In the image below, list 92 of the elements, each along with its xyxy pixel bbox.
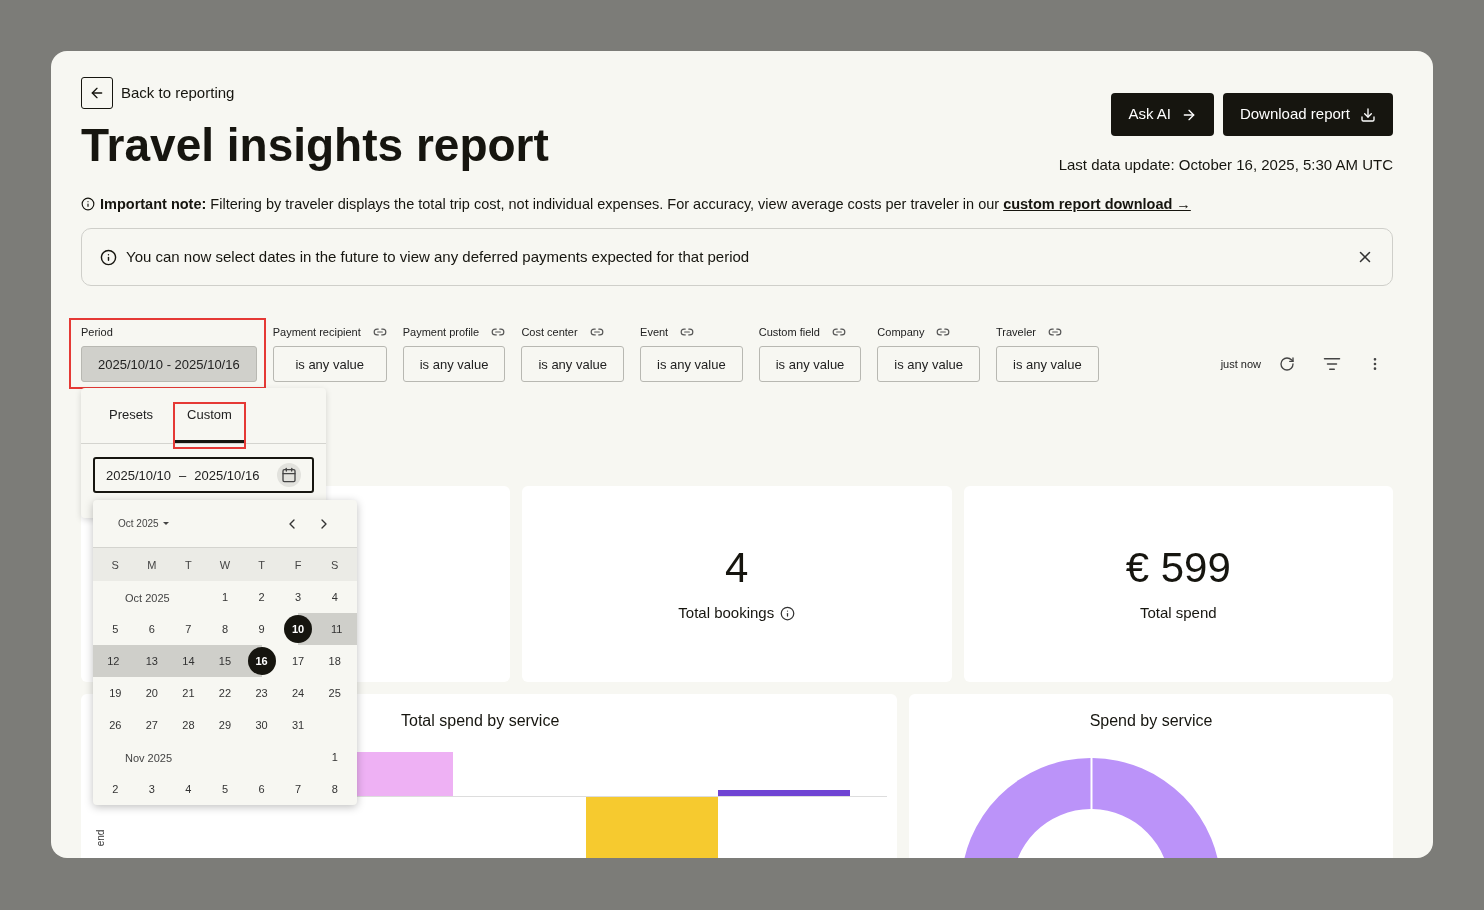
page-title: Travel insights report [81, 119, 549, 171]
ask-ai-button[interactable]: Ask AI [1111, 93, 1214, 136]
custom-report-link[interactable]: custom report download → [1003, 195, 1191, 212]
filter-label: Payment recipient [272, 325, 361, 340]
date-separator: – [179, 466, 187, 485]
weekday-label: T [184, 557, 193, 573]
month-label: Nov 2025 [125, 751, 173, 767]
back-link[interactable]: Back to reporting [81, 77, 549, 109]
calendar-day[interactable]: 19 [109, 685, 122, 702]
refresh-icon[interactable] [1279, 356, 1295, 373]
caret-icon [162, 522, 169, 526]
calendar-day[interactable]: 5 [112, 621, 119, 638]
filter-dropdown[interactable]: is any value [996, 346, 1099, 383]
calendar-day[interactable]: 6 [148, 621, 155, 638]
calendar-day[interactable]: 30 [255, 717, 268, 734]
date-range-input[interactable]: 2025/10/10 – 2025/10/16 [93, 457, 314, 494]
calendar-day[interactable]: 8 [221, 621, 229, 638]
calendar-day[interactable]: 5 [221, 781, 229, 798]
calendar-day[interactable]: 3 [148, 781, 155, 798]
kpi-value: 4 [725, 544, 749, 592]
calendar-day[interactable]: 25 [328, 685, 341, 702]
kpi-label: Total bookings [678, 603, 775, 623]
calendar-day[interactable]: 3 [295, 589, 302, 606]
calendar-day[interactable]: 23 [255, 685, 268, 702]
kpi-label: Total spend [1139, 603, 1217, 623]
axis-label: end [95, 829, 108, 847]
calendar-day[interactable]: 31 [292, 717, 305, 734]
download-icon [1360, 106, 1376, 123]
refresh-time: just now [1220, 357, 1261, 372]
banner-text: You can now select dates in the future to view any deferred payments expected for that period [126, 247, 750, 267]
chart-title: Spend by service [1088, 711, 1214, 732]
filter-dropdown[interactable]: is any value [640, 346, 743, 383]
calendar-day[interactable]: 2 [112, 781, 119, 798]
filter-label: Traveler [996, 325, 1036, 340]
calendar-day[interactable]: 2 [258, 589, 265, 606]
kpi-value: € 599 [1125, 544, 1231, 592]
selected-day[interactable]: 10 [284, 615, 313, 644]
range-day[interactable]: 12 [107, 653, 120, 670]
calendar-day[interactable]: 8 [331, 781, 338, 798]
month-label: Oct 2025 [125, 591, 170, 607]
calendar-day[interactable]: 1 [221, 589, 229, 606]
filter-label: Company [877, 325, 925, 340]
calendar-day[interactable]: 4 [185, 781, 192, 798]
calendar-day[interactable]: 7 [185, 621, 192, 638]
calendar-day[interactable]: 27 [145, 717, 158, 734]
calendar-day[interactable]: 26 [109, 717, 122, 734]
calendar-day[interactable]: 29 [218, 717, 232, 734]
filter-dropdown[interactable]: is any value [272, 346, 387, 383]
calendar-day[interactable]: 17 [292, 653, 305, 670]
weekday-label: M [146, 557, 158, 573]
range-day[interactable]: 13 [145, 653, 158, 670]
calendar-day[interactable]: 22 [218, 685, 232, 702]
download-button[interactable]: Download report [1222, 93, 1393, 136]
info-icon [100, 248, 117, 266]
filter-label: Custom field [758, 325, 820, 340]
important-note: Important note: Filtering by traveler displays the total trip cost, not individual expenses. For accuracy, view average costs per traveler in our custom report download → [100, 194, 1191, 214]
last-update-text: Last data update: October 16, 2025, 5:30 AM UTC [1058, 155, 1393, 175]
range-day[interactable]: 11 [331, 621, 343, 638]
weekday-label: T [257, 557, 266, 573]
calendar-icon[interactable] [281, 467, 297, 484]
weekday-label: S [110, 557, 120, 573]
filter-label: Event [640, 325, 669, 340]
chart-title: Total spend by service [401, 711, 560, 732]
popover-tab[interactable]: Custom [175, 388, 244, 444]
calendar-day[interactable]: 6 [258, 781, 265, 798]
info-icon [81, 197, 95, 212]
weekday-label: F [293, 557, 303, 573]
calendar-day[interactable]: 7 [295, 781, 302, 798]
calendar-day[interactable]: 21 [182, 685, 195, 702]
start-date: 2025/10/10 [106, 466, 172, 485]
calendar-day[interactable]: 4 [331, 589, 338, 606]
calendar-day[interactable]: 1 [331, 749, 338, 766]
popover-tab[interactable]: Presets [97, 388, 166, 444]
filter-dropdown[interactable]: is any value [877, 346, 980, 383]
filter-dropdown[interactable]: is any value [758, 346, 862, 383]
filter-dropdown[interactable]: is any value [402, 346, 506, 383]
calendar-day[interactable]: 9 [258, 621, 265, 638]
weekday-label: S [330, 557, 340, 573]
filter-dropdown[interactable]: is any value [521, 346, 625, 383]
range-day[interactable]: 15 [218, 653, 232, 670]
end-date: 2025/10/16 [194, 466, 260, 485]
range-day[interactable]: 14 [182, 653, 195, 670]
period-dropdown[interactable]: 2025/10/10 - 2025/10/16 [81, 346, 257, 383]
filter-label: Period [81, 325, 113, 340]
filter-label: Payment profile [402, 325, 480, 340]
calendar-day[interactable]: 24 [292, 685, 305, 702]
weekday-label: W [218, 557, 232, 573]
filter-label: Cost center [521, 325, 578, 340]
calendar-day[interactable]: 20 [145, 685, 158, 702]
calendar-day[interactable]: 28 [182, 717, 195, 734]
month-selector[interactable]: Oct 2025 [118, 516, 169, 532]
calendar-day[interactable]: 18 [328, 653, 341, 670]
